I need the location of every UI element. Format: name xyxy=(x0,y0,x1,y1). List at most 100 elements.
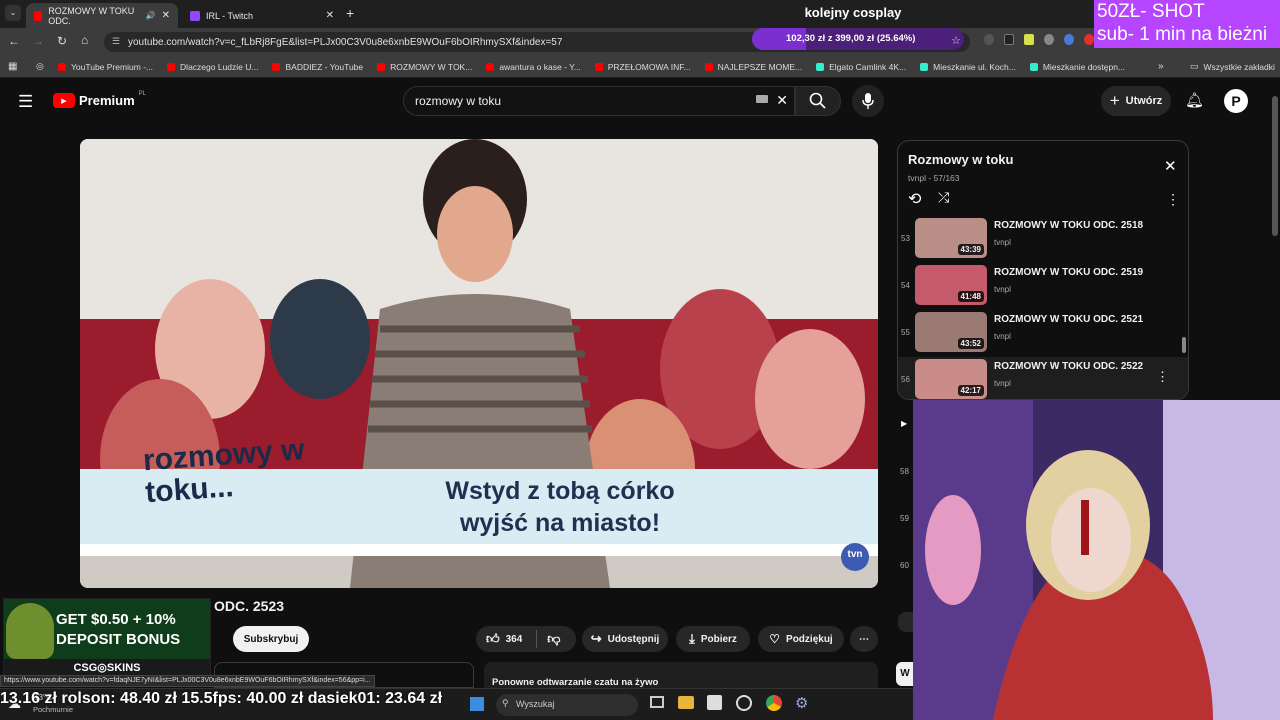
playlist-item-index: 60 xyxy=(900,561,909,570)
playlist-item[interactable]: 53 43:39 ROZMOWY W TOKU ODC. 2518 tvnpl xyxy=(898,216,1188,263)
create-button[interactable]: + Utwórz xyxy=(1101,86,1171,116)
taskbar-search[interactable]: ⚲ Wyszukaj xyxy=(496,694,638,716)
tab-label: IRL - Twitch xyxy=(206,10,254,21)
playlist-item[interactable]: 55 43:52 ROZMOWY W TOKU ODC. 2521 tvnpl xyxy=(898,310,1188,357)
bookmark-item[interactable]: NAJLEPSZE MOME... xyxy=(704,62,802,72)
bookmark-item[interactable]: Mieszkanie dostępn... xyxy=(1029,62,1125,72)
youtube-icon xyxy=(58,62,66,71)
playlist-more-icon[interactable]: ⋮ xyxy=(1166,191,1180,208)
share-button[interactable]: ↪ Udostępnij xyxy=(582,626,668,652)
tab-rozmowy[interactable]: ROZMOWY W TOKU ODC. 🔊 ✕ xyxy=(26,3,178,28)
close-tab-icon[interactable]: ✕ xyxy=(162,10,170,21)
thanks-icon: ♡ xyxy=(769,632,781,646)
youtube-play-icon: ▶ xyxy=(53,93,75,108)
keyboard-icon[interactable] xyxy=(756,95,768,103)
tab-twitch[interactable]: IRL - Twitch ✕ xyxy=(182,3,342,28)
playlist-item-channel: tvnpl xyxy=(994,238,1011,247)
extension-icon[interactable] xyxy=(1024,34,1035,45)
forward-icon[interactable]: → xyxy=(32,34,44,48)
thanks-label: Podziękuj xyxy=(786,633,833,645)
bookmark-item[interactable]: Mieszkanie ul. Koch... xyxy=(920,62,1016,72)
playlist-title[interactable]: Rozmowy w toku xyxy=(908,152,1013,167)
playlist-item-channel: tvnpl xyxy=(994,285,1011,294)
extension-icon[interactable] xyxy=(1044,34,1055,45)
show-logo-overlay: rozmowy w toku... xyxy=(141,433,306,510)
like-dislike-group: 👍︎ 364 👎︎ xyxy=(476,626,576,652)
ad-overlay[interactable]: GET $0.50 + 10% DEPOSIT BONUS CSG◎SKINS xyxy=(3,598,211,678)
bookmark-item[interactable]: YouTube Premium -... xyxy=(58,62,153,72)
bookmark-icon[interactable]: ◎ xyxy=(36,61,44,72)
playlist-item[interactable]: 54 41:48 ROZMOWY W TOKU ODC. 2519 tvnpl xyxy=(898,263,1188,310)
extension-icon[interactable] xyxy=(1084,34,1094,45)
logo-text: Premium xyxy=(79,93,135,108)
site-info-icon[interactable]: ☰ xyxy=(112,36,120,47)
loop-icon[interactable]: ⟲ xyxy=(908,189,921,209)
download-button[interactable]: ⤓ Pobierz xyxy=(676,626,750,652)
apps-icon[interactable]: ▦ xyxy=(8,61,17,72)
extension-icon[interactable] xyxy=(984,34,994,45)
youtube-logo[interactable]: ▶ Premium PL xyxy=(53,91,146,108)
playlist-item-channel: tvnpl xyxy=(994,379,1011,388)
youtube-icon xyxy=(167,62,176,71)
store-icon[interactable] xyxy=(707,695,722,710)
settings-icon[interactable]: ⚙ xyxy=(795,694,808,712)
search-input[interactable]: rozmowy w toku ✕ xyxy=(403,86,795,116)
file-explorer-icon[interactable] xyxy=(678,696,694,709)
close-playlist-icon[interactable]: ✕ xyxy=(1164,157,1177,175)
extension-icon[interactable] xyxy=(1064,34,1075,45)
chat-replay-panel[interactable]: Ponowne odtwarzanie czatu na żywo xyxy=(484,662,878,688)
thanks-button[interactable]: ♡ Podziękuj xyxy=(758,626,844,652)
reload-icon[interactable]: ↻ xyxy=(57,34,67,48)
new-tab-button[interactable]: + xyxy=(346,5,354,21)
side-button[interactable]: W xyxy=(896,662,914,686)
chrome-icon[interactable] xyxy=(766,695,782,711)
voice-search-button[interactable] xyxy=(852,85,884,117)
menu-icon[interactable]: ☰ xyxy=(18,92,33,112)
search-button[interactable] xyxy=(795,86,841,116)
tab-list-button[interactable]: ⌄ xyxy=(5,5,21,21)
back-icon[interactable]: ← xyxy=(8,34,20,48)
bell-icon[interactable]: 🔔︎ xyxy=(1185,91,1204,109)
playlist-scrollbar[interactable] xyxy=(1182,337,1186,353)
playlist-item-title: ROZMOWY W TOKU ODC. 2522 xyxy=(994,361,1144,372)
playlist-item-duration: 41:48 xyxy=(957,291,984,302)
folder-icon: ▭ xyxy=(1190,61,1199,71)
bookmark-item[interactable]: awantura o kase - Y... xyxy=(486,62,581,72)
like-icon[interactable]: 👍︎ xyxy=(486,631,500,647)
bookmark-item[interactable]: Elgato Camlink 4K... xyxy=(816,62,906,72)
shuffle-icon[interactable]: ⤮ xyxy=(938,189,949,206)
bookmark-item[interactable]: BADDIEZ - YouTube xyxy=(272,62,363,72)
page-scrollbar[interactable] xyxy=(1272,96,1278,236)
all-bookmarks[interactable]: ▭ Wszystkie zakładki xyxy=(1190,61,1275,72)
playlist-item-thumbnail: 41:48 xyxy=(915,265,987,305)
more-actions-button[interactable]: ⋯ xyxy=(850,626,878,652)
avatar[interactable]: P xyxy=(1224,89,1248,113)
video-player[interactable]: rozmowy w toku... Wstyd z tobą córko wyj… xyxy=(80,139,878,588)
promo-overlay: 50ZŁ- SHOT sub- 1 min na bieżni xyxy=(1094,0,1280,48)
donation-goal-bar: 102,30 zł z 399,00 zł (25.64%) xyxy=(752,28,964,50)
side-chip[interactable] xyxy=(898,612,914,632)
close-tab-icon[interactable]: ✕ xyxy=(326,10,334,21)
bookmark-item[interactable]: ROZMOWY W TOK... xyxy=(377,62,472,72)
playlist-item-menu-icon[interactable]: ⋮ xyxy=(1156,369,1169,385)
video-caption-line-2: wyjść na miasto! xyxy=(459,509,661,537)
task-view-icon[interactable] xyxy=(650,696,664,708)
playlist-item-thumbnail: 43:52 xyxy=(915,312,987,352)
more-bookmarks-icon[interactable]: » xyxy=(1158,61,1164,72)
clear-search-icon[interactable]: ✕ xyxy=(776,92,788,109)
playlist-item-duration: 43:39 xyxy=(957,244,984,255)
download-label: Pobierz xyxy=(700,633,737,645)
home-icon[interactable]: ⌂ xyxy=(81,33,88,47)
bookmark-item[interactable]: Dlaczego Ludzie U... xyxy=(167,62,258,72)
playlist-item[interactable]: 56 42:17 ROZMOWY W TOKU ODC. 2522 tvnpl … xyxy=(898,357,1188,399)
start-icon[interactable] xyxy=(470,697,484,711)
bookmark-star-icon[interactable]: ☆ xyxy=(951,34,961,47)
microphone-icon xyxy=(862,93,874,109)
dislike-icon[interactable]: 👎︎ xyxy=(547,631,560,647)
video-caption-line-1: Wstyd z tobą córko xyxy=(445,477,675,505)
taskbar-search-placeholder: Wyszukaj xyxy=(516,699,555,709)
obs-icon[interactable] xyxy=(736,695,752,711)
subscribe-button[interactable]: Subskrybuj xyxy=(233,626,309,652)
bookmark-item[interactable]: PRZEŁOMOWA INF... xyxy=(594,62,691,72)
extension-icon[interactable] xyxy=(1003,34,1015,45)
